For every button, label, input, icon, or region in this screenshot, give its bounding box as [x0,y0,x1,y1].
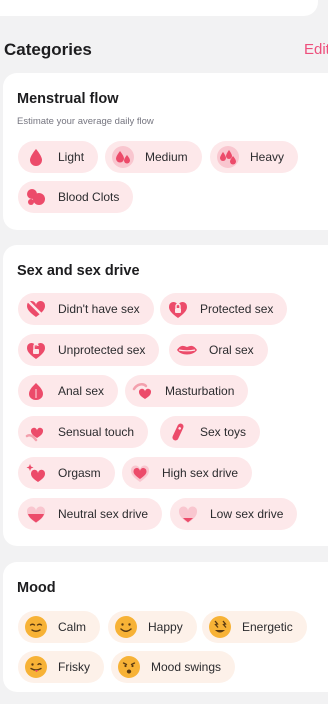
chip-label: Sex toys [200,425,247,439]
happy-face-icon [115,616,137,638]
previous-card [0,0,318,16]
chip-light[interactable]: Light [18,141,99,173]
chip-label: Frisky [58,660,90,674]
sex-drive-title: Sex and sex drive [17,263,140,279]
menstrual-flow-subtitle: Estimate your average daily flow [17,116,154,127]
chip-label: Happy [148,620,183,634]
chip-medium[interactable]: Medium [105,141,202,173]
chip-label: Light [58,150,85,164]
chip-heavy[interactable]: Heavy [210,141,299,173]
two-drops-icon [112,146,134,168]
chip-label: Orgasm [58,466,101,480]
chip-energetic[interactable]: Energetic [202,611,307,643]
hand-heart-icon [132,383,152,399]
chip-label: Didn't have sex [58,302,140,316]
mood-title: Mood [17,580,56,596]
energetic-face-icon [209,616,231,638]
chip-label: Masturbation [165,384,235,398]
chip-label: High sex drive [162,466,239,480]
chip-label: Heavy [250,150,285,164]
chip-high-sex-drive[interactable]: High sex drive [122,457,253,489]
lips-icon [177,345,197,355]
chip-label: Unprotected sex [58,343,146,357]
calm-face-icon [25,616,47,638]
chip-label: Sensual touch [58,425,135,439]
chip-mood-swings[interactable]: Mood swings [111,651,236,683]
chip-label: Mood swings [151,660,222,674]
chip-label: Low sex drive [210,507,284,521]
menstrual-flow-card: Menstrual flow Estimate your average dai… [3,73,328,230]
chip-label: Protected sex [200,302,274,316]
chip-label: Blood Clots [58,190,120,204]
blood-clots-icon [27,189,45,205]
chip-sensual-touch[interactable]: Sensual touch [18,416,149,448]
toy-icon [172,423,184,441]
sex-drive-card: Sex and sex drive Didn't have sex Protec… [3,245,328,546]
drop-icon [30,149,42,166]
categories-title: Categories [4,40,92,59]
half-heart-icon [26,506,46,523]
chip-label: Medium [145,150,188,164]
menstrual-flow-title: Menstrual flow [17,91,119,107]
chip-frisky[interactable]: Frisky [18,651,104,683]
chip-orgasm[interactable]: Orgasm [18,457,115,489]
chip-neutral-sex-drive[interactable]: Neutral sex drive [18,498,163,530]
low-heart-icon [178,506,198,523]
chip-unprotected-sex[interactable]: Unprotected sex [18,334,160,366]
mood-card: Mood Calm Happy Energetic Frisky Mood sw… [3,562,328,692]
chip-label: Calm [58,620,87,634]
full-heart-icon [130,465,150,482]
frisky-face-icon [25,656,47,678]
crossed-heart-icon [26,300,46,318]
touch-heart-icon [25,427,44,442]
chip-happy[interactable]: Happy [108,611,197,643]
chip-masturbation[interactable]: Masturbation [125,375,249,407]
chip-label: Energetic [242,620,293,634]
chip-low-sex-drive[interactable]: Low sex drive [170,498,298,530]
chip-label: Oral sex [209,343,254,357]
mood-swings-face-icon [118,656,140,678]
chip-anal-sex[interactable]: Anal sex [18,375,119,407]
locked-heart-icon [168,301,188,318]
chip-sex-toys[interactable]: Sex toys [160,416,261,448]
unlocked-heart-icon [26,342,46,359]
chip-oral-sex[interactable]: Oral sex [169,334,268,366]
edit-button[interactable]: Edit [304,41,328,58]
chip-didnt-have-sex[interactable]: Didn't have sex [18,293,154,325]
chip-blood-clots[interactable]: Blood Clots [18,181,134,213]
chip-label: Anal sex [58,384,105,398]
three-drops-icon [217,146,239,168]
chip-label: Neutral sex drive [58,507,149,521]
peach-icon [29,383,43,400]
categories-header: Categories Edit [0,38,328,64]
chip-calm[interactable]: Calm [18,611,101,643]
chip-protected-sex[interactable]: Protected sex [160,293,288,325]
sparkle-heart-icon [26,464,46,482]
